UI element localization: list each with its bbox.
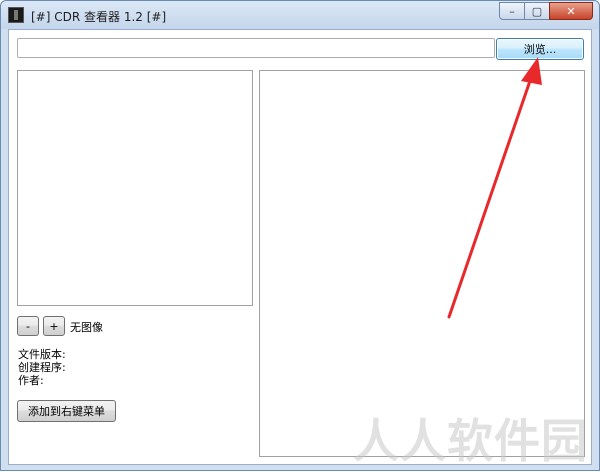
- zoom-in-button[interactable]: +: [43, 316, 65, 336]
- creator-label: 创建程序:: [18, 361, 66, 374]
- zoom-out-button[interactable]: -: [17, 316, 39, 336]
- image-status: 无图像: [70, 321, 103, 334]
- thumbnail-preview: [17, 70, 253, 306]
- close-icon: ✕: [566, 4, 576, 18]
- file-version-label: 文件版本:: [18, 348, 66, 361]
- app-icon: [8, 7, 24, 23]
- minimize-icon: –: [509, 4, 515, 18]
- client-area: 浏览... - + 无图像 文件版本: 创建程序: 作者: 添加到右键菜单: [8, 29, 592, 465]
- minimize-button[interactable]: –: [499, 2, 525, 20]
- author-label: 作者:: [18, 374, 44, 387]
- maximize-icon: ▢: [531, 4, 543, 18]
- close-button[interactable]: ✕: [549, 2, 593, 20]
- window-title: [#] CDR 查看器 1.2 [#]: [31, 10, 167, 24]
- file-path-input[interactable]: [17, 38, 495, 58]
- window-controls: – ▢ ✕: [499, 2, 593, 20]
- add-context-menu-button[interactable]: 添加到右键菜单: [17, 400, 116, 422]
- app-window: [#] CDR 查看器 1.2 [#] – ▢ ✕ 浏览... - + 无图像 …: [0, 0, 600, 471]
- image-viewer[interactable]: [259, 70, 585, 457]
- browse-button[interactable]: 浏览...: [496, 38, 584, 60]
- maximize-button[interactable]: ▢: [524, 2, 550, 20]
- title-bar[interactable]: [#] CDR 查看器 1.2 [#] – ▢ ✕: [1, 1, 599, 29]
